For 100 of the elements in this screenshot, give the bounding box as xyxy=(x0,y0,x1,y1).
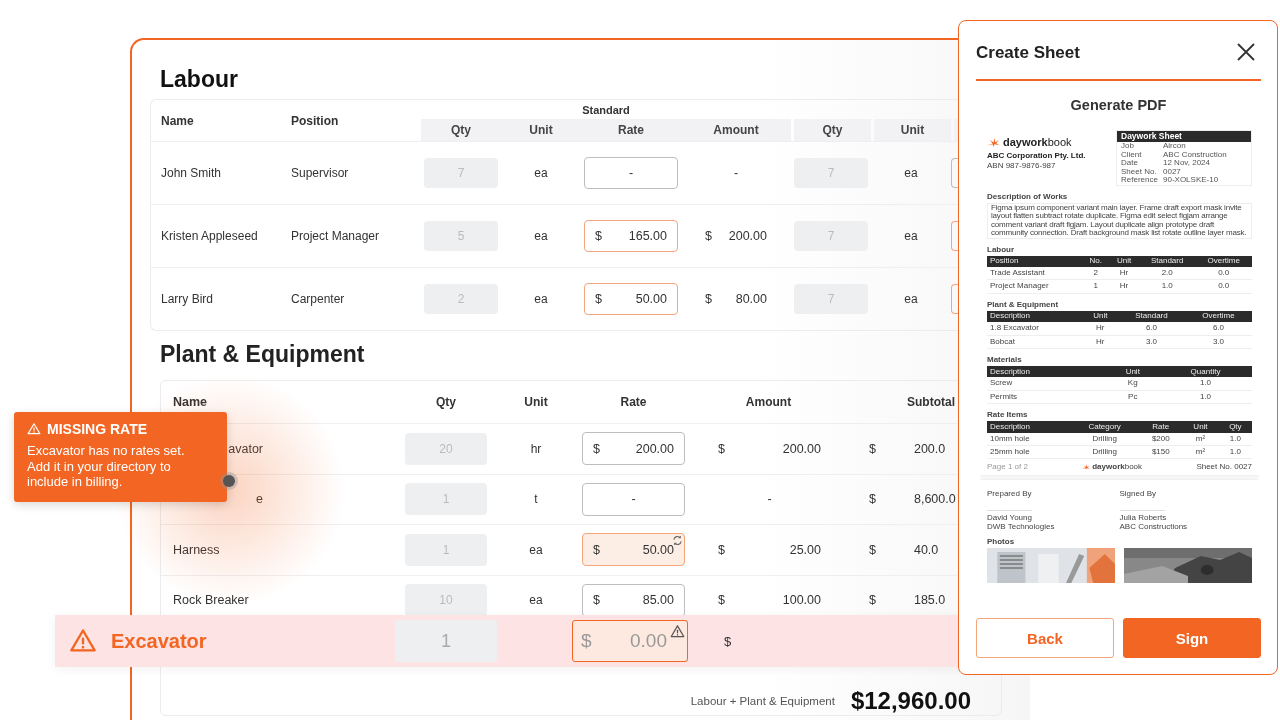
table-cell: Pc xyxy=(1106,390,1159,404)
table-header: Description xyxy=(987,421,1070,433)
description-text: Figma ipsum component variant main layer. Frame draft export mask invite layout flatten subtract rotate duplicate. Figma edit select figjam arrange comment variant draft figjam. Layout duplicate align prototype draft community connection. Draft background mask list rotate outline layer mask. xyxy=(987,202,1252,239)
table-cell: 6.0 xyxy=(1117,322,1185,336)
rate-field[interactable]: $ 85.00 xyxy=(582,583,685,617)
table-cell: 6.0 xyxy=(1184,322,1252,336)
sheet-title: Daywork Sheet xyxy=(1117,131,1251,142)
unit-cell-text: t xyxy=(533,492,539,507)
column-header: Rate xyxy=(620,395,647,409)
warning-icon xyxy=(69,627,97,655)
table-cell: 0.0 xyxy=(1195,279,1252,294)
amount-cell-text: - xyxy=(766,492,773,507)
field-label: Sheet No. xyxy=(1121,167,1158,177)
section-heading: Photos xyxy=(987,537,1016,547)
section-title: Plant & Equipment xyxy=(160,341,365,368)
column-header: Unit xyxy=(501,119,581,141)
section-heading: Plant & Equipment xyxy=(987,299,1060,309)
subtotal-cell: $ 8,600.0 xyxy=(869,492,956,507)
column-header: Qty xyxy=(436,395,456,409)
field-value: Aircon xyxy=(1163,142,1187,151)
signer-company: DWB Technologies xyxy=(987,522,1056,532)
table-cell: 1.0 xyxy=(1159,390,1252,404)
rate-field[interactable]: - xyxy=(584,157,678,189)
name-cell: avator xyxy=(228,441,263,456)
table-cell: m² xyxy=(1182,445,1219,459)
table-cell: 1.0 xyxy=(1218,445,1252,459)
table-cell: 1 xyxy=(1082,279,1110,294)
page-number: Page 1 of 2 xyxy=(987,462,1028,472)
amount-cell-text: $ 200.00 xyxy=(704,229,768,243)
table-header: Qty xyxy=(1218,421,1252,433)
signature-label: Signed By xyxy=(1119,489,1157,499)
subtotal-cell: $ 200.0 xyxy=(869,441,946,456)
table-cell: Project Manager xyxy=(987,279,1083,294)
rate-field[interactable]: $ 0.00 xyxy=(572,620,688,662)
abn-text: ABN 987-9876-987 xyxy=(987,161,1057,170)
field-label: Reference xyxy=(1121,176,1159,185)
table-header: Unit xyxy=(1182,421,1219,433)
item-name: Excavator xyxy=(111,629,207,653)
column-header: Amount xyxy=(681,119,791,141)
amount-cell-text: $ 80.00 xyxy=(704,292,768,306)
table-cell: Trade Assistant xyxy=(987,267,1083,280)
table-cell: Hr xyxy=(1109,279,1139,294)
rate-field[interactable]: - xyxy=(582,482,685,516)
table-cell: Permits xyxy=(987,390,1107,404)
field-value: 12 Nov, 2024 xyxy=(1163,159,1211,168)
position-cell-text: Project Manager xyxy=(290,229,381,243)
table-header: Overtime xyxy=(1195,255,1252,267)
rate-field[interactable]: $ 165.00 xyxy=(584,220,678,252)
close-icon[interactable] xyxy=(1235,41,1257,63)
table-header: Unit xyxy=(1109,255,1139,267)
table-cell: 1.0 xyxy=(1218,432,1252,446)
table-cell: Kg xyxy=(1106,377,1159,391)
field-label: Client xyxy=(1121,150,1143,160)
signer-company: ABC Constructions xyxy=(1119,522,1189,532)
rate-field[interactable]: $ 50.00 xyxy=(584,283,678,315)
group-header: Standard xyxy=(581,103,631,116)
column-header: Rate xyxy=(581,119,681,141)
table-cell: 2 xyxy=(1082,267,1110,280)
signer-name: David Young xyxy=(987,513,1033,523)
section-heading: Description of Works xyxy=(987,191,1069,201)
logo-icon xyxy=(1082,463,1091,470)
table-cell: 0.0 xyxy=(1195,267,1252,280)
amount-cell-text: $ 25.00 xyxy=(717,542,822,557)
sheet-number: Sheet No. 0027 xyxy=(1196,462,1252,472)
unit-cell-text: ea xyxy=(533,166,549,180)
unit-cell-text: ea xyxy=(528,593,544,608)
name-cell: Rock Breaker xyxy=(173,593,249,608)
table-cell: 3.0 xyxy=(1184,335,1252,349)
total-label: Labour + Plant & Equipment xyxy=(690,695,835,707)
table-cell: $200 xyxy=(1139,432,1183,446)
unit-cell-text: ea xyxy=(533,229,549,243)
rate-field[interactable]: $ 50.00 xyxy=(582,533,685,567)
column-header: Qty xyxy=(794,119,871,141)
signer-name: Julia Roberts xyxy=(1119,513,1168,523)
position-cell-text: Supervisor xyxy=(290,166,350,180)
table-header: Quantity xyxy=(1159,366,1252,378)
qty-field[interactable]: 1 xyxy=(395,620,497,662)
tooltip-title: MISSING RATE xyxy=(47,421,148,437)
column-header: Amount xyxy=(745,395,792,409)
field-label: Job xyxy=(1121,142,1135,151)
table-header: Description xyxy=(987,366,1107,378)
sign-button[interactable]: Sign xyxy=(1123,618,1261,658)
field-value: ABC Construction xyxy=(1163,150,1228,160)
section-heading: Labour xyxy=(987,244,1016,254)
table-cell: Drilling xyxy=(1069,432,1140,446)
table-cell: 25mm hole xyxy=(987,445,1070,459)
table-cell: 1.0 xyxy=(1138,279,1196,294)
rate-field[interactable]: $ 200.00 xyxy=(582,432,685,466)
table-cell: 1.0 xyxy=(1159,377,1252,391)
back-button[interactable]: Back xyxy=(976,618,1114,658)
table-cell: 1.8 Excavator xyxy=(987,322,1083,336)
refresh-icon[interactable] xyxy=(672,535,683,547)
column-header: Name xyxy=(160,113,195,128)
table-cell: Screw xyxy=(987,377,1107,391)
subtotal-cell: $ 185.0 xyxy=(869,593,946,608)
section-heading: Materials xyxy=(987,355,1023,365)
table-cell: 2.0 xyxy=(1138,267,1196,280)
signature-label: Prepared By xyxy=(987,489,1033,499)
table-header: Unit xyxy=(1106,366,1159,378)
table-cell: 10mm hole xyxy=(987,432,1070,446)
